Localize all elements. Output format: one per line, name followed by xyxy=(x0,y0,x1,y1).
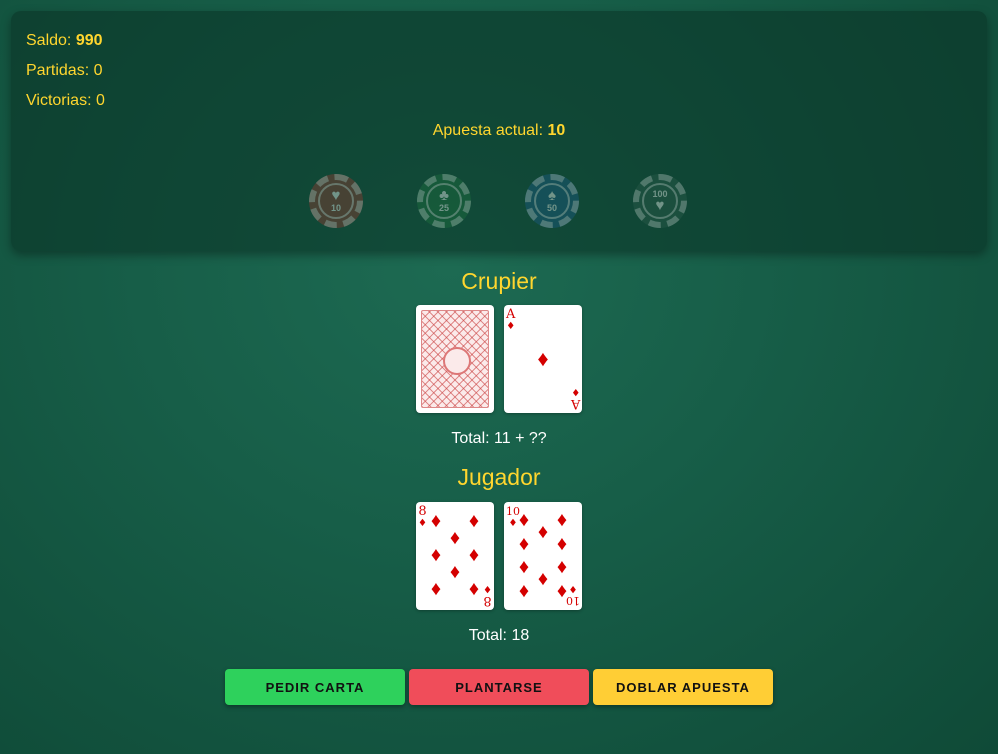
chip-face: 100 ♥ xyxy=(642,183,678,219)
chip-25[interactable]: ♣ 25 xyxy=(417,174,471,228)
current-bet: Apuesta actual: 10 xyxy=(11,122,987,140)
balance: Saldo: 990 xyxy=(26,32,103,50)
diamond-icon: ♦ xyxy=(537,568,549,590)
card-rank: A xyxy=(570,396,580,411)
diamond-icon: ♦ xyxy=(430,544,442,566)
diamond-icon: ♦ xyxy=(430,578,442,600)
heart-icon: ♥ xyxy=(331,187,341,204)
chip-face: ♣ 25 xyxy=(426,183,462,219)
diamond-icon: ♦ xyxy=(556,533,568,555)
dealer-card-hidden xyxy=(416,305,494,413)
diamond-icon: ♦ xyxy=(537,346,549,371)
chip-100[interactable]: 100 ♥ xyxy=(633,174,687,228)
card-index: 10 ♦ xyxy=(566,582,580,607)
chip-face: ♠ 50 xyxy=(534,183,570,219)
diamond-icon: ♦ xyxy=(449,527,461,549)
card-index: A ♦ xyxy=(506,307,516,333)
diamond-icon: ♦ xyxy=(568,583,578,594)
heart-icon: ♥ xyxy=(655,197,665,214)
stats-panel: Saldo: 990 Partidas: 0 Victorias: 0 Apue… xyxy=(11,11,987,251)
player-total: Total: 18 xyxy=(468,627,530,644)
player-card-10-diamonds: 10 ♦ ♦ ♦ ♦ ♦ ♦ ♦ ♦ ♦ ♦ ♦ 10 ♦ xyxy=(504,502,582,610)
diamond-icon: ♦ xyxy=(537,521,549,543)
chip-value: 10 xyxy=(330,203,341,213)
card-rank: 8 xyxy=(483,593,492,608)
dealer-title: Crupier xyxy=(461,268,537,294)
diamond-icon: ♦ xyxy=(570,386,580,397)
dealer-card-ace-diamonds: A ♦ ♦ A ♦ xyxy=(504,305,582,413)
diamond-icon: ♦ xyxy=(518,580,530,602)
card-rank: 10 xyxy=(566,594,580,607)
spade-icon: ♠ xyxy=(548,187,556,204)
chip-value: 50 xyxy=(546,203,557,213)
club-icon: ♣ xyxy=(439,187,449,204)
chip-50[interactable]: ♠ 50 xyxy=(525,174,579,228)
diamond-icon: ♦ xyxy=(468,510,480,532)
balance-value: 990 xyxy=(75,32,103,49)
hit-button[interactable]: PEDIR CARTA xyxy=(225,669,405,705)
diamond-icon: ♦ xyxy=(556,556,568,578)
diamond-icon: ♦ xyxy=(518,556,530,578)
card-back-emblem xyxy=(443,347,471,375)
chip-face: ♥ 10 xyxy=(318,183,354,219)
double-bet-button[interactable]: DOBLAR APUESTA xyxy=(593,669,773,705)
diamond-icon: ♦ xyxy=(518,509,530,531)
card-rank: A xyxy=(506,307,516,322)
current-bet-label: Apuesta actual: xyxy=(432,122,548,139)
diamond-icon: ♦ xyxy=(468,578,480,600)
dealer-total: Total: 11 + ?? xyxy=(451,430,547,447)
chip-10[interactable]: ♥ 10 xyxy=(309,174,363,228)
wins-count: Victorias: 0 xyxy=(26,92,105,109)
player-card-8-diamonds: 8 ♦ ♦ ♦ ♦ ♦ ♦ ♦ ♦ ♦ 8 ♦ xyxy=(416,502,494,610)
card-index: A ♦ xyxy=(570,385,580,411)
diamond-icon: ♦ xyxy=(506,321,516,332)
diamond-icon: ♦ xyxy=(468,544,480,566)
games-count: Partidas: 0 xyxy=(26,62,103,79)
diamond-icon: ♦ xyxy=(483,583,492,594)
player-title: Jugador xyxy=(457,464,541,490)
current-bet-value: 10 xyxy=(547,122,566,139)
diamond-icon: ♦ xyxy=(430,510,442,532)
diamond-icon: ♦ xyxy=(449,561,461,583)
stand-button[interactable]: PLANTARSE xyxy=(409,669,589,705)
chip-value: 25 xyxy=(438,203,449,213)
card-index: 8 ♦ xyxy=(483,582,492,608)
diamond-icon: ♦ xyxy=(518,533,530,555)
balance-label: Saldo: xyxy=(26,32,76,49)
diamond-icon: ♦ xyxy=(556,509,568,531)
